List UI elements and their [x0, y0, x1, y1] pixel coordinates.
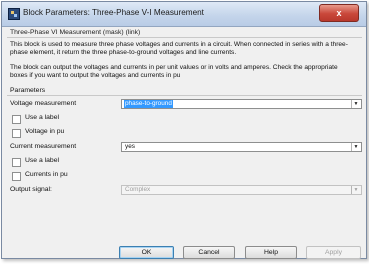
description-paragraph-1: This block is used to measure three phas… [10, 41, 348, 56]
current-measurement-select[interactable]: yes ▼ [121, 142, 362, 152]
parameters-header: Parameters [7, 87, 362, 96]
close-button[interactable]: x [319, 4, 359, 22]
voltage-pu-label: Voltage in pu [25, 128, 65, 135]
current-measurement-label: Current measurement [10, 143, 77, 150]
cancel-button[interactable]: Cancel [183, 246, 235, 259]
description-paragraph-2: The block can output the voltages and cu… [10, 64, 338, 79]
voltage-measurement-label: Voltage measurement [10, 100, 77, 107]
use-label-current-row: Use a label [7, 156, 362, 168]
output-signal-select: Complex ▼ [121, 185, 362, 195]
use-label-current-checkbox[interactable] [12, 158, 21, 167]
output-signal-label: Output signal: [10, 186, 52, 193]
currents-pu-row: Currents in pu [7, 170, 362, 182]
block-header: Three-Phase VI Measurement (mask) (link) [7, 29, 362, 38]
block-parameters-dialog: Block Parameters: Three-Phase V-I Measur… [1, 1, 367, 259]
voltage-measurement-value: phase-to-ground [124, 100, 173, 108]
voltage-measurement-select[interactable]: phase-to-ground ▼ [121, 99, 362, 109]
chevron-down-icon: ▼ [351, 186, 360, 194]
use-label-voltage-row: Use a label [7, 113, 362, 125]
apply-button: Apply [306, 246, 361, 259]
dialog-content: Three-Phase VI Measurement (mask) (link)… [7, 29, 362, 197]
simulink-block-icon [8, 8, 20, 20]
voltage-measurement-row: Voltage measurement phase-to-ground ▼ [7, 99, 362, 111]
ok-button[interactable]: OK [119, 246, 174, 259]
use-label-voltage-label: Use a label [25, 114, 60, 121]
title-bar[interactable]: Block Parameters: Three-Phase V-I Measur… [2, 2, 366, 27]
current-measurement-row: Current measurement yes ▼ [7, 142, 362, 154]
currents-pu-checkbox[interactable] [12, 172, 21, 181]
currents-pu-label: Currents in pu [25, 171, 68, 178]
chevron-down-icon[interactable]: ▼ [351, 143, 360, 151]
use-label-current-label: Use a label [25, 157, 60, 164]
block-description: This block is used to measure three phas… [10, 41, 350, 80]
window-title: Block Parameters: Three-Phase V-I Measur… [23, 8, 204, 17]
voltage-pu-row: Voltage in pu [7, 127, 362, 139]
chevron-down-icon[interactable]: ▼ [351, 100, 360, 108]
voltage-pu-checkbox[interactable] [12, 129, 21, 138]
use-label-voltage-checkbox[interactable] [12, 115, 21, 124]
output-signal-row: Output signal: Complex ▼ [7, 185, 362, 197]
help-button[interactable]: Help [245, 246, 297, 259]
current-measurement-value: yes [125, 143, 135, 150]
output-signal-value: Complex [125, 186, 151, 193]
